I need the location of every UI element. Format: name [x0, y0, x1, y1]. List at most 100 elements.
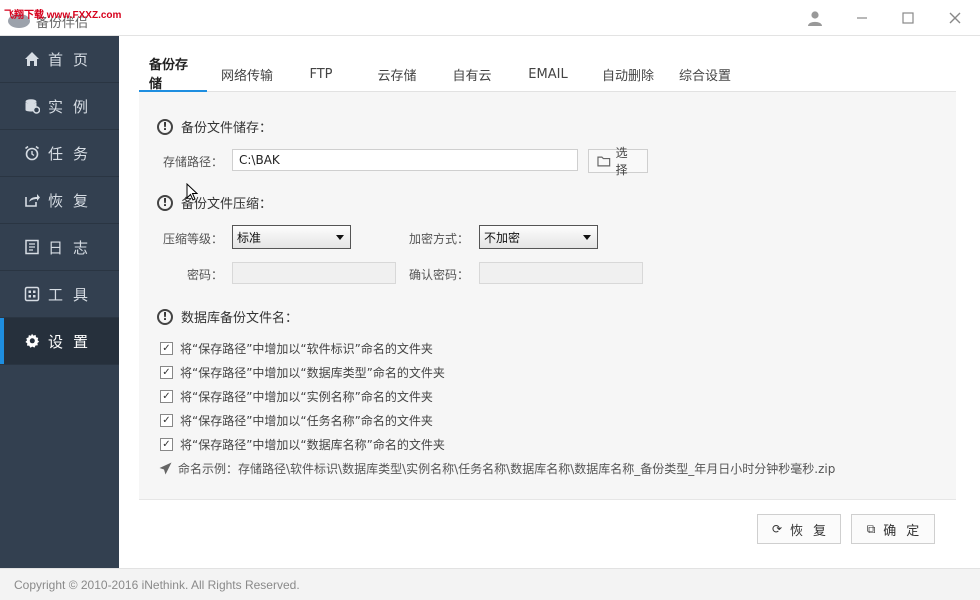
select-value: 不加密 — [484, 230, 521, 245]
checkbox[interactable]: ✓ — [160, 390, 173, 403]
dropdown-arrow-icon — [583, 235, 591, 240]
naming-option-db-name[interactable]: ✓ 将“保存路径”中增加以“数据库名称”命名的文件夹 — [160, 436, 445, 453]
gear-icon — [24, 333, 40, 349]
tab-label: 综合设置 — [678, 68, 731, 84]
checkbox[interactable]: ✓ — [160, 414, 173, 427]
select-value: 标准 — [237, 230, 262, 245]
sidebar-item-restore[interactable]: 恢复 — [0, 177, 119, 224]
tab-label: 备份存储 — [149, 58, 189, 92]
dropdown-arrow-icon — [336, 235, 344, 240]
tab-general-settings[interactable]: 综合设置 — [665, 56, 745, 92]
folder-icon — [597, 156, 611, 167]
checkbox-label: 将“保存路径”中增加以“任务名称”命名的文件夹 — [180, 414, 433, 428]
storage-section-title: ! 备份文件储存： — [157, 117, 272, 136]
confirm-password-input[interactable] — [479, 262, 643, 284]
close-button[interactable] — [932, 0, 978, 36]
checkbox[interactable]: ✓ — [160, 366, 173, 379]
minimize-button[interactable] — [839, 0, 885, 36]
sidebar-item-label: 任务 — [48, 144, 99, 163]
sidebar-item-tasks[interactable]: 任务 — [0, 130, 119, 177]
compression-section-title: ! 备份文件压缩： — [157, 193, 272, 212]
maximize-icon — [902, 12, 914, 24]
naming-option-software-id[interactable]: ✓ 将“保存路径”中增加以“软件标识”命名的文件夹 — [160, 340, 433, 357]
minimize-icon — [857, 17, 867, 19]
checkbox[interactable]: ✓ — [160, 342, 173, 355]
checkbox-label: 将“保存路径”中增加以“软件标识”命名的文件夹 — [180, 342, 433, 356]
naming-example: 命名示例：存储路径\软件标识\数据库类型\实例名称\任务名称\数据库名称\数据库… — [159, 460, 835, 477]
path-label: 存储路径： — [162, 155, 223, 169]
naming-option-task-name[interactable]: ✓ 将“保存路径”中增加以“任务名称”命名的文件夹 — [160, 412, 433, 429]
sidebar-item-logs[interactable]: 日志 — [0, 224, 119, 271]
sidebar-item-tools[interactable]: 工具 — [0, 271, 119, 318]
tools-grid-icon — [24, 286, 40, 302]
section-title-text: 备份文件储存： — [181, 121, 273, 136]
user-account-button[interactable] — [792, 0, 838, 36]
mouse-cursor-icon — [186, 183, 198, 201]
sidebar: 首页 实例 任务 恢复 日志 工具 设置 — [0, 36, 119, 568]
user-icon — [808, 11, 822, 26]
encryption-label: 加密方式： — [408, 232, 469, 246]
tab-label: 自有云 — [452, 68, 492, 84]
encryption-select[interactable]: 不加密 — [479, 225, 598, 249]
alarm-clock-icon — [24, 145, 40, 161]
exclamation-icon: ! — [157, 308, 173, 325]
choose-folder-button[interactable]: 选择 — [588, 146, 648, 177]
naming-example-text: 命名示例：存储路径\软件标识\数据库类型\实例名称\任务名称\数据库名称\数据库… — [178, 462, 836, 476]
sidebar-item-label: 恢复 — [48, 191, 99, 210]
tab-network-transfer[interactable]: 网络传输 — [207, 56, 287, 92]
password-label: 密码： — [186, 268, 223, 282]
restore-label: 恢复 — [790, 523, 837, 539]
settings-tabs: 备份存储 网络传输 FTP 云存储 自有云 EMAIL 自动删除 综合设置 — [139, 56, 956, 92]
choose-label: 选择 — [615, 146, 628, 177]
tab-auto-delete[interactable]: 自动删除 — [591, 56, 665, 92]
confirm-label: 确定 — [883, 523, 930, 539]
storage-path-input[interactable] — [232, 149, 578, 171]
tab-email[interactable]: EMAIL — [505, 56, 591, 92]
tab-ftp[interactable]: FTP — [287, 56, 355, 92]
sidebar-item-instances[interactable]: 实例 — [0, 83, 119, 130]
sidebar-item-label: 工具 — [48, 285, 99, 304]
restore-button[interactable]: ⟳ 恢复 — [757, 514, 841, 544]
tab-label: EMAIL — [528, 66, 568, 82]
sidebar-item-settings[interactable]: 设置 — [0, 318, 119, 365]
sidebar-item-label: 日志 — [48, 238, 99, 257]
tab-cloud-storage[interactable]: 云存储 — [355, 56, 439, 92]
naming-option-db-type[interactable]: ✓ 将“保存路径”中增加以“数据库类型”命名的文件夹 — [160, 364, 445, 381]
checkbox-label: 将“保存路径”中增加以“实例名称”命名的文件夹 — [180, 390, 433, 404]
sidebar-item-home[interactable]: 首页 — [0, 36, 119, 83]
watermark: 飞翔下载 www.FXXZ.com — [4, 10, 122, 21]
sidebar-item-label: 首页 — [48, 50, 99, 69]
confirm-button[interactable]: ⧉ 确定 — [851, 514, 935, 544]
exclamation-icon: ! — [157, 194, 173, 211]
tab-backup-storage[interactable]: 备份存储 — [139, 56, 207, 92]
tab-label: 自动删除 — [601, 68, 654, 84]
naming-section-title: ! 数据库备份文件名： — [157, 307, 298, 326]
password-input[interactable] — [232, 262, 396, 284]
sidebar-item-label: 实例 — [48, 97, 99, 116]
tab-label: FTP — [309, 66, 333, 82]
close-icon — [949, 12, 961, 24]
naming-option-instance-name[interactable]: ✓ 将“保存路径”中增加以“实例名称”命名的文件夹 — [160, 388, 433, 405]
tab-private-cloud[interactable]: 自有云 — [439, 56, 505, 92]
sidebar-item-label: 设置 — [48, 332, 99, 351]
checkbox-label: 将“保存路径”中增加以“数据库类型”命名的文件夹 — [180, 366, 445, 380]
tab-label: 网络传输 — [220, 68, 273, 84]
backup-storage-panel: ! 备份文件储存： 存储路径： 选择 ! 备份文件压缩： 压缩等级： 标准 加密… — [139, 92, 956, 500]
maximize-button[interactable] — [885, 0, 931, 36]
database-icon — [24, 98, 40, 114]
refresh-icon: ⟳ — [771, 522, 783, 536]
home-icon — [24, 51, 40, 67]
checkbox-label: 将“保存路径”中增加以“数据库名称”命名的文件夹 — [180, 438, 445, 452]
restore-share-icon — [24, 192, 40, 208]
copyright-text: Copyright © 2010-2016 iNethink. All Righ… — [14, 577, 300, 592]
checkbox[interactable]: ✓ — [160, 438, 173, 451]
exclamation-icon: ! — [157, 118, 173, 135]
footer: Copyright © 2010-2016 iNethink. All Righ… — [0, 568, 980, 600]
paper-plane-icon — [159, 462, 172, 475]
log-document-icon — [24, 239, 40, 255]
compression-level-label: 压缩等级： — [162, 232, 223, 246]
title-bar: 备份伴侣 飞翔下载 www.FXXZ.com — [0, 0, 980, 36]
section-title-text: 数据库备份文件名： — [181, 311, 299, 326]
confirm-password-label: 确认密码： — [408, 268, 469, 282]
compression-level-select[interactable]: 标准 — [232, 225, 351, 249]
